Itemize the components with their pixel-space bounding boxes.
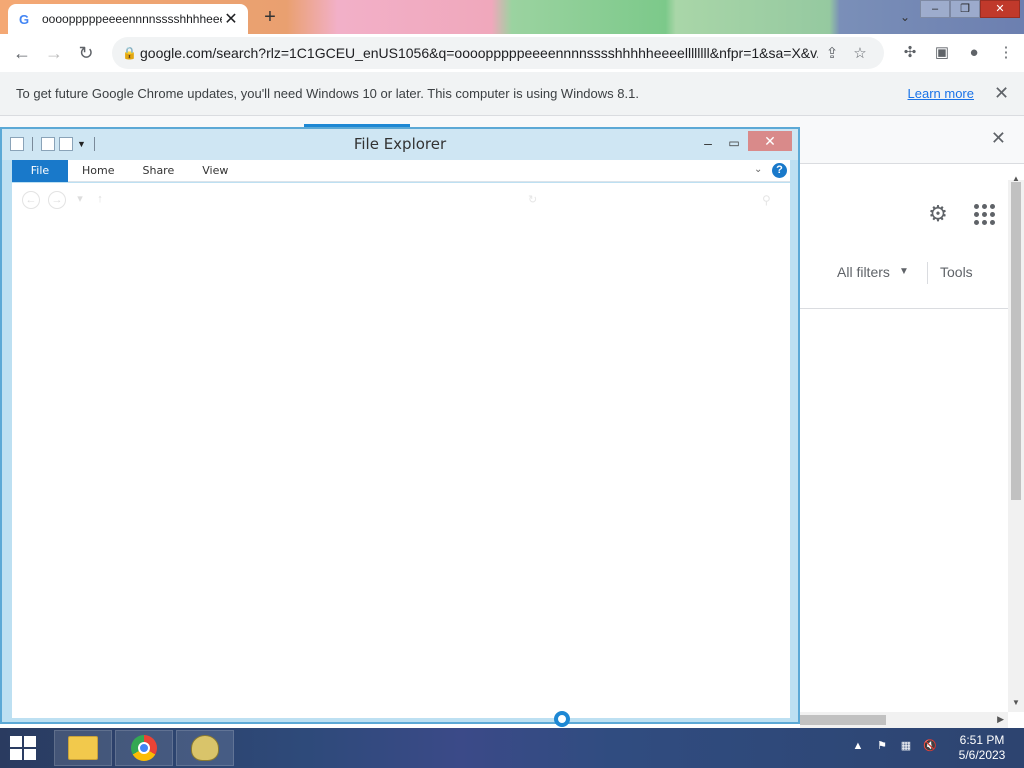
forward-icon[interactable]: → xyxy=(48,191,66,209)
window-title: File Explorer xyxy=(353,135,447,153)
back-icon[interactable]: ← xyxy=(6,37,38,69)
tab-search-chevron-icon[interactable]: ⌄ xyxy=(894,6,916,28)
caret-down-icon[interactable]: ▼ xyxy=(899,266,909,277)
chrome-icon xyxy=(131,735,157,761)
close-window-button[interactable]: ✕ xyxy=(980,0,1020,18)
up-icon[interactable]: ↑ xyxy=(94,191,106,209)
google-apps-icon[interactable] xyxy=(972,202,996,226)
expand-ribbon-icon[interactable]: ⌄ xyxy=(754,164,762,175)
minimize-button[interactable]: – xyxy=(696,133,720,153)
address-bar[interactable]: 🔒 google.com/search?rlz=1C1GCEU_enUS1056… xyxy=(112,37,884,69)
maximize-button[interactable]: ▭ xyxy=(722,133,746,153)
scrollbar-thumb[interactable] xyxy=(1011,182,1021,500)
divider xyxy=(927,262,928,284)
system-tray: ▲ ⚑ ▦ 🔇 xyxy=(850,738,938,754)
tab-close-icon[interactable]: ✕ xyxy=(222,9,240,29)
profile-icon[interactable]: ● xyxy=(958,37,990,69)
file-explorer-content: ← → ▾ ↑ ↻ ⚲ xyxy=(12,183,790,718)
side-panel-icon[interactable]: ▣ xyxy=(926,37,958,69)
scrollbar-thumb[interactable] xyxy=(800,715,886,725)
volume-muted-icon[interactable]: 🔇 xyxy=(922,738,938,754)
tools-button[interactable]: Tools xyxy=(940,264,973,280)
browser-toolbar: ← → ↻ 🔒 google.com/search?rlz=1C1GCEU_en… xyxy=(0,34,1024,72)
tab-title: oooopppppeeeennnnsssshhhheeeelllllll xyxy=(42,12,222,26)
folder-icon xyxy=(68,736,98,760)
divider xyxy=(800,308,1008,309)
file-explorer-titlebar[interactable]: ▼ File Explorer – ▭ ✕ xyxy=(2,129,798,160)
app-icon xyxy=(191,735,219,761)
start-button-windows-icon[interactable] xyxy=(10,736,38,760)
bookmark-star-icon[interactable]: ☆ xyxy=(846,44,874,62)
lock-icon[interactable]: 🔒 xyxy=(122,46,140,60)
ribbon-tabs: File Home Share View ⌄ ? xyxy=(12,159,790,182)
clock-date: 5/6/2023 xyxy=(958,748,1006,762)
recent-locations-icon[interactable]: ▾ xyxy=(74,191,86,209)
share-icon[interactable]: ⇪ xyxy=(818,44,846,62)
show-hidden-icons-icon[interactable]: ▲ xyxy=(850,738,866,754)
restore-button[interactable]: ❐ xyxy=(950,0,980,18)
file-explorer-window: ▼ File Explorer – ▭ ✕ File Home Share Vi… xyxy=(0,127,800,724)
busy-cursor-icon xyxy=(554,711,570,727)
search-icon[interactable]: ⚲ xyxy=(762,193,771,207)
scroll-right-icon[interactable]: ▶ xyxy=(997,714,1004,725)
navigation-buttons: ← → ▾ ↑ xyxy=(22,191,106,209)
network-icon[interactable]: ▦ xyxy=(898,738,914,754)
browser-tab[interactable]: G oooopppppeeeennnnsssshhhheeeelllllll ✕ xyxy=(8,4,248,34)
infobar-close-icon[interactable]: ✕ xyxy=(994,83,1009,104)
vertical-scrollbar[interactable]: ▲ ▼ xyxy=(1008,174,1024,712)
learn-more-link[interactable]: Learn more xyxy=(908,86,974,101)
secondary-bar-close-icon[interactable]: ✕ xyxy=(991,128,1006,149)
menu-kebab-icon[interactable]: ⋮ xyxy=(990,37,1022,69)
refresh-icon[interactable]: ↻ xyxy=(528,193,537,206)
clock-time: 6:51 PM xyxy=(959,733,1005,747)
all-filters-button[interactable]: All filters xyxy=(837,264,890,280)
tab-file[interactable]: File xyxy=(12,159,68,182)
tab-home[interactable]: Home xyxy=(68,160,128,182)
scroll-down-icon[interactable]: ▼ xyxy=(1012,698,1020,707)
google-favicon-icon: G xyxy=(18,11,30,27)
forward-icon[interactable]: → xyxy=(38,37,70,69)
minimize-button[interactable]: – xyxy=(920,0,950,18)
clock[interactable]: 6:51 PM 5/6/2023 xyxy=(950,733,1014,763)
window-controls: – ❐ ✕ xyxy=(920,0,1020,18)
action-center-flag-icon[interactable]: ⚑ xyxy=(874,738,890,754)
taskbar: ▲ ⚑ ▦ 🔇 6:51 PM 5/6/2023 xyxy=(0,728,1024,768)
help-icon[interactable]: ? xyxy=(772,163,787,178)
new-tab-button[interactable]: + xyxy=(258,6,282,28)
horizontal-scrollbar[interactable]: ▶ xyxy=(800,712,1008,728)
taskbar-app[interactable] xyxy=(176,730,234,766)
taskbar-chrome[interactable] xyxy=(115,730,173,766)
update-infobar: To get future Google Chrome updates, you… xyxy=(0,72,1024,116)
close-button[interactable]: ✕ xyxy=(748,131,792,151)
tab-share[interactable]: Share xyxy=(128,160,188,182)
toolbar-actions: ✣ ▣ ● ⋮ xyxy=(894,37,1022,69)
reload-icon[interactable]: ↻ xyxy=(70,37,102,69)
url-text[interactable]: google.com/search?rlz=1C1GCEU_enUS1056&q… xyxy=(140,45,818,61)
back-icon[interactable]: ← xyxy=(22,191,40,209)
taskbar-file-explorer[interactable] xyxy=(54,730,112,766)
infobar-message: To get future Google Chrome updates, you… xyxy=(16,86,639,101)
extensions-icon[interactable]: ✣ xyxy=(894,37,926,69)
tab-strip: G oooopppppeeeennnnsssshhhheeeelllllll ✕… xyxy=(0,0,1024,34)
settings-gear-icon[interactable]: ⚙ xyxy=(926,202,950,226)
tab-view[interactable]: View xyxy=(188,160,242,182)
